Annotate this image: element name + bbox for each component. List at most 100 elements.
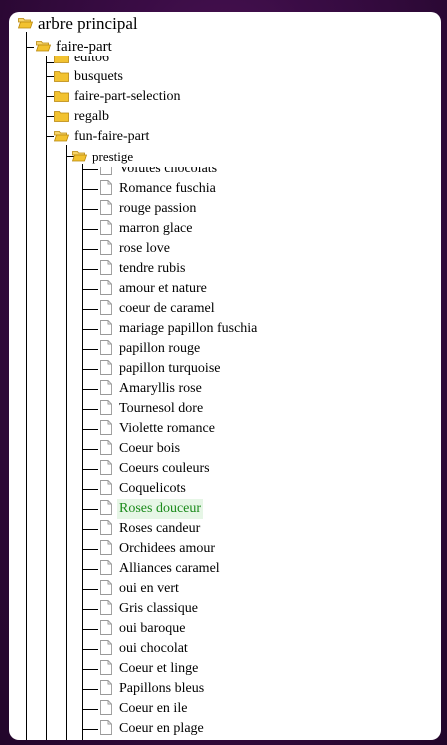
list-item[interactable]: Romance fuschia <box>82 179 441 199</box>
file-icon <box>100 400 112 415</box>
tree-branch-faire-part <box>26 47 34 48</box>
list-item[interactable]: Alliances caramel <box>82 559 441 579</box>
list-item-label: Roses douceur <box>117 499 204 519</box>
list-item[interactable]: rose love <box>82 239 441 259</box>
tree-branch-item <box>82 409 98 410</box>
list-item-label: Coeur et linge <box>119 661 199 676</box>
list-item[interactable]: Tournesol dore <box>82 399 441 419</box>
file-icon <box>100 180 112 195</box>
open-folder-icon <box>54 130 69 142</box>
file-icon <box>100 200 112 215</box>
tree-branch-item <box>82 649 98 650</box>
tree-branch-item <box>82 329 98 330</box>
list-item[interactable]: oui chocolat <box>82 639 441 659</box>
tree-branch-item <box>82 729 98 730</box>
list-item-label: Papillons bleus <box>119 681 205 696</box>
list-item[interactable]: amour et nature <box>82 279 441 299</box>
list-item[interactable]: Amaryllis rose <box>82 379 441 399</box>
list-item[interactable]: Orchidees amour <box>82 539 441 559</box>
tree-branch-item <box>82 169 98 170</box>
file-icon <box>100 260 112 275</box>
list-item[interactable]: Violette romance <box>82 419 441 439</box>
list-item[interactable]: Gris classique <box>82 599 441 619</box>
file-icon <box>100 560 112 575</box>
list-item-label: Violette romance <box>119 421 215 436</box>
tree-branch-item <box>82 509 98 510</box>
list-item-label: Roses candeur <box>119 521 201 536</box>
tree-branch-item <box>82 449 98 450</box>
file-icon <box>100 300 112 315</box>
list-item[interactable]: oui en vert <box>82 579 441 599</box>
list-item[interactable]: papillon rouge <box>82 339 441 359</box>
file-icon <box>100 660 112 675</box>
file-icon <box>100 680 112 695</box>
list-item[interactable]: Coeur en plage <box>82 719 441 739</box>
tree-branch-item <box>82 269 98 270</box>
list-item[interactable]: rouge passion <box>82 199 441 219</box>
list-item[interactable]: Papillons bleus <box>82 679 441 699</box>
list-item-label: Coquelicots <box>119 481 186 496</box>
list-item-label: Romance fuschia <box>119 181 216 196</box>
file-icon <box>100 460 112 475</box>
tree-node-prestige-label: prestige <box>92 149 134 164</box>
list-item-label: mariage papillon fuschia <box>119 321 258 336</box>
list-item-label: papillon turquoise <box>119 361 221 376</box>
tree-node-faire-part-label: faire-part <box>56 39 112 55</box>
tree-node-edito6-label: edito6 <box>74 56 109 65</box>
list-item[interactable]: Roses candeur <box>82 519 441 539</box>
tree-branch-busquets <box>46 76 54 77</box>
tree-node-faire-part-selection-label: faire-part-selection <box>74 89 181 104</box>
list-item[interactable]: Volutes chocolats <box>82 167 441 179</box>
tree-branch-item <box>82 529 98 530</box>
tree-node-root-label: arbre principal <box>38 14 138 33</box>
list-item-label: tendre rubis <box>119 261 186 276</box>
file-icon <box>100 340 112 355</box>
tree-branch-fun-faire-part <box>46 136 54 137</box>
file-icon <box>100 720 112 735</box>
list-item[interactable]: papillon turquoise <box>82 359 441 379</box>
tree-branch-faire-part-selection <box>46 96 54 97</box>
tree-line-root <box>26 32 27 740</box>
file-icon <box>100 580 112 595</box>
file-icon <box>100 540 112 555</box>
list-item-label: rouge passion <box>119 201 197 216</box>
list-item-label: Tournesol dore <box>119 401 204 416</box>
tree-line-faire-part <box>46 56 47 740</box>
list-item-label: coeur de caramel <box>119 301 215 316</box>
file-icon <box>100 500 112 515</box>
list-item[interactable]: Roses douceur <box>82 499 441 519</box>
tree-branch-item <box>82 389 98 390</box>
folder-icon <box>54 70 69 82</box>
tree-branch-item <box>82 669 98 670</box>
tree-branch-item <box>82 249 98 250</box>
tree-branch-item <box>82 549 98 550</box>
folder-icon <box>54 56 69 63</box>
file-icon <box>100 520 112 535</box>
list-item[interactable]: coeur de caramel <box>82 299 441 319</box>
tree-branch-item <box>82 709 98 710</box>
prestige-items-list[interactable]: Volutes chocolats Romance fuschia rouge pa… <box>82 167 441 740</box>
list-item[interactable]: mariage papillon fuschia <box>82 319 441 339</box>
list-item-label: Orchidees amour <box>119 541 216 556</box>
list-item[interactable]: tendre rubis <box>82 259 441 279</box>
file-icon <box>100 480 112 495</box>
list-item[interactable]: Coeur en ile <box>82 699 441 719</box>
list-item[interactable]: Coeurs couleurs <box>82 459 441 479</box>
tree-branch-item <box>82 609 98 610</box>
open-folder-icon <box>18 17 33 29</box>
file-icon <box>100 167 112 175</box>
file-icon <box>100 280 112 295</box>
list-item[interactable]: Coquelicots <box>82 479 441 499</box>
tree-node-busquets-label: busquets <box>74 69 123 84</box>
list-item-label: Amaryllis rose <box>119 381 202 396</box>
tree-branch-item <box>82 369 98 370</box>
list-item[interactable]: marron glace <box>82 219 441 239</box>
list-item-label: oui en vert <box>119 581 179 596</box>
tree-branch-item <box>82 589 98 590</box>
list-item[interactable]: Coeur bois <box>82 439 441 459</box>
list-item-label: Alliances caramel <box>119 561 220 576</box>
tree-branch-item <box>82 569 98 570</box>
list-item[interactable]: Coeur et linge <box>82 659 441 679</box>
list-item[interactable]: oui baroque <box>82 619 441 639</box>
list-item-label: Coeur en ile <box>119 701 188 716</box>
